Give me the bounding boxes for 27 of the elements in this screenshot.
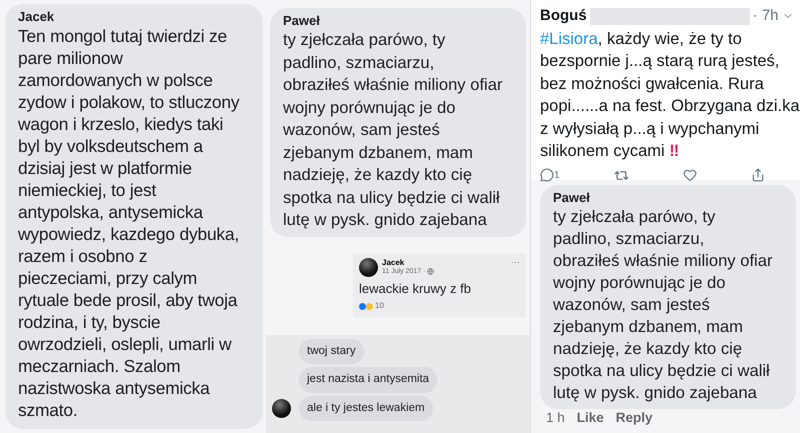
reaction-icons	[359, 302, 373, 310]
comment-text: ty zjełczała parówo, ty padlino, szmaciarzu, obraziłeś właśnie miliony ofiar wojny porównując je do wazonów, sam jesteś zjebanym dzbanem, mam nadzieję, że kazdy kto cię spotka na ulicy będzie ci walił lutę w pysk. gnido zajebana	[283, 29, 504, 231]
post-text: lewackie kruwy z fb	[359, 280, 472, 298]
reply-count: 1	[554, 168, 560, 182]
share-icon[interactable]	[750, 168, 765, 182]
comment-time: 1 h	[546, 410, 565, 426]
reply-icon[interactable]	[540, 168, 554, 182]
comment-action-link[interactable]: Like	[576, 410, 604, 426]
tweet-author: Boguś	[540, 6, 587, 26]
reaction-count: 10	[375, 300, 384, 312]
menu-button[interactable]: ···	[511, 258, 520, 266]
comment-author: Paweł	[553, 190, 591, 206]
avatar	[272, 398, 291, 418]
chat-message: ale i ty jestes lewakiem	[299, 396, 433, 421]
heart-icon[interactable]	[682, 168, 697, 182]
comment-author: Paweł	[283, 13, 321, 29]
avatar	[359, 258, 378, 276]
comment-text: Ten mongol tutaj twierdzi ze pare milionow zamordowanych w polsce zydow i polakow, to stluczony wagon i krzeslo, kiedys taki byl by volksdeutschem a dzisiaj jest w platformie niemieckiej, to jest antypolska, antysemicka wypowiedz, kazdego dybuka, razem i osobno z pieczeciami, przy calym rytuale bede prosil, aby twoja rodzina, i ty, byscie owrzodzieli, oslepli, umarli w meczarniach. Szalom nazistwoska antysemicka szmato.	[18, 25, 240, 421]
globe-icon	[427, 268, 434, 274]
tweet-time: · 7h	[752, 6, 779, 26]
comment-action-link[interactable]: Reply	[616, 410, 653, 426]
chat-message: jest nazista i antysemita	[299, 367, 438, 392]
tweet-text: #Lisiora, każdy wie, że ty to bezspornie j...ą starą rurą jesteś, bez możności gwałcenia. Rura popi......a na fest. Obrzygana dzi.ka z wyłysiałą p...ą i wypchanymi silikonem cycami ‼	[540, 28, 800, 162]
post-author: Jacek	[382, 258, 406, 266]
comment-text: ty zjełczała parówo, ty padlino, szmaciarzu, obraziłeś właśnie miliony ofiar wojny porównując je do wazonów, sam jesteś zjebanym dzbanem, mam nadzieję, że kazdy kto cię spotka na ulicy będzie ci walił lutę w pysk. gnido zajebana	[553, 206, 774, 404]
comment-author: Jacek	[18, 9, 56, 25]
chat-message: twoj stary	[299, 339, 364, 364]
